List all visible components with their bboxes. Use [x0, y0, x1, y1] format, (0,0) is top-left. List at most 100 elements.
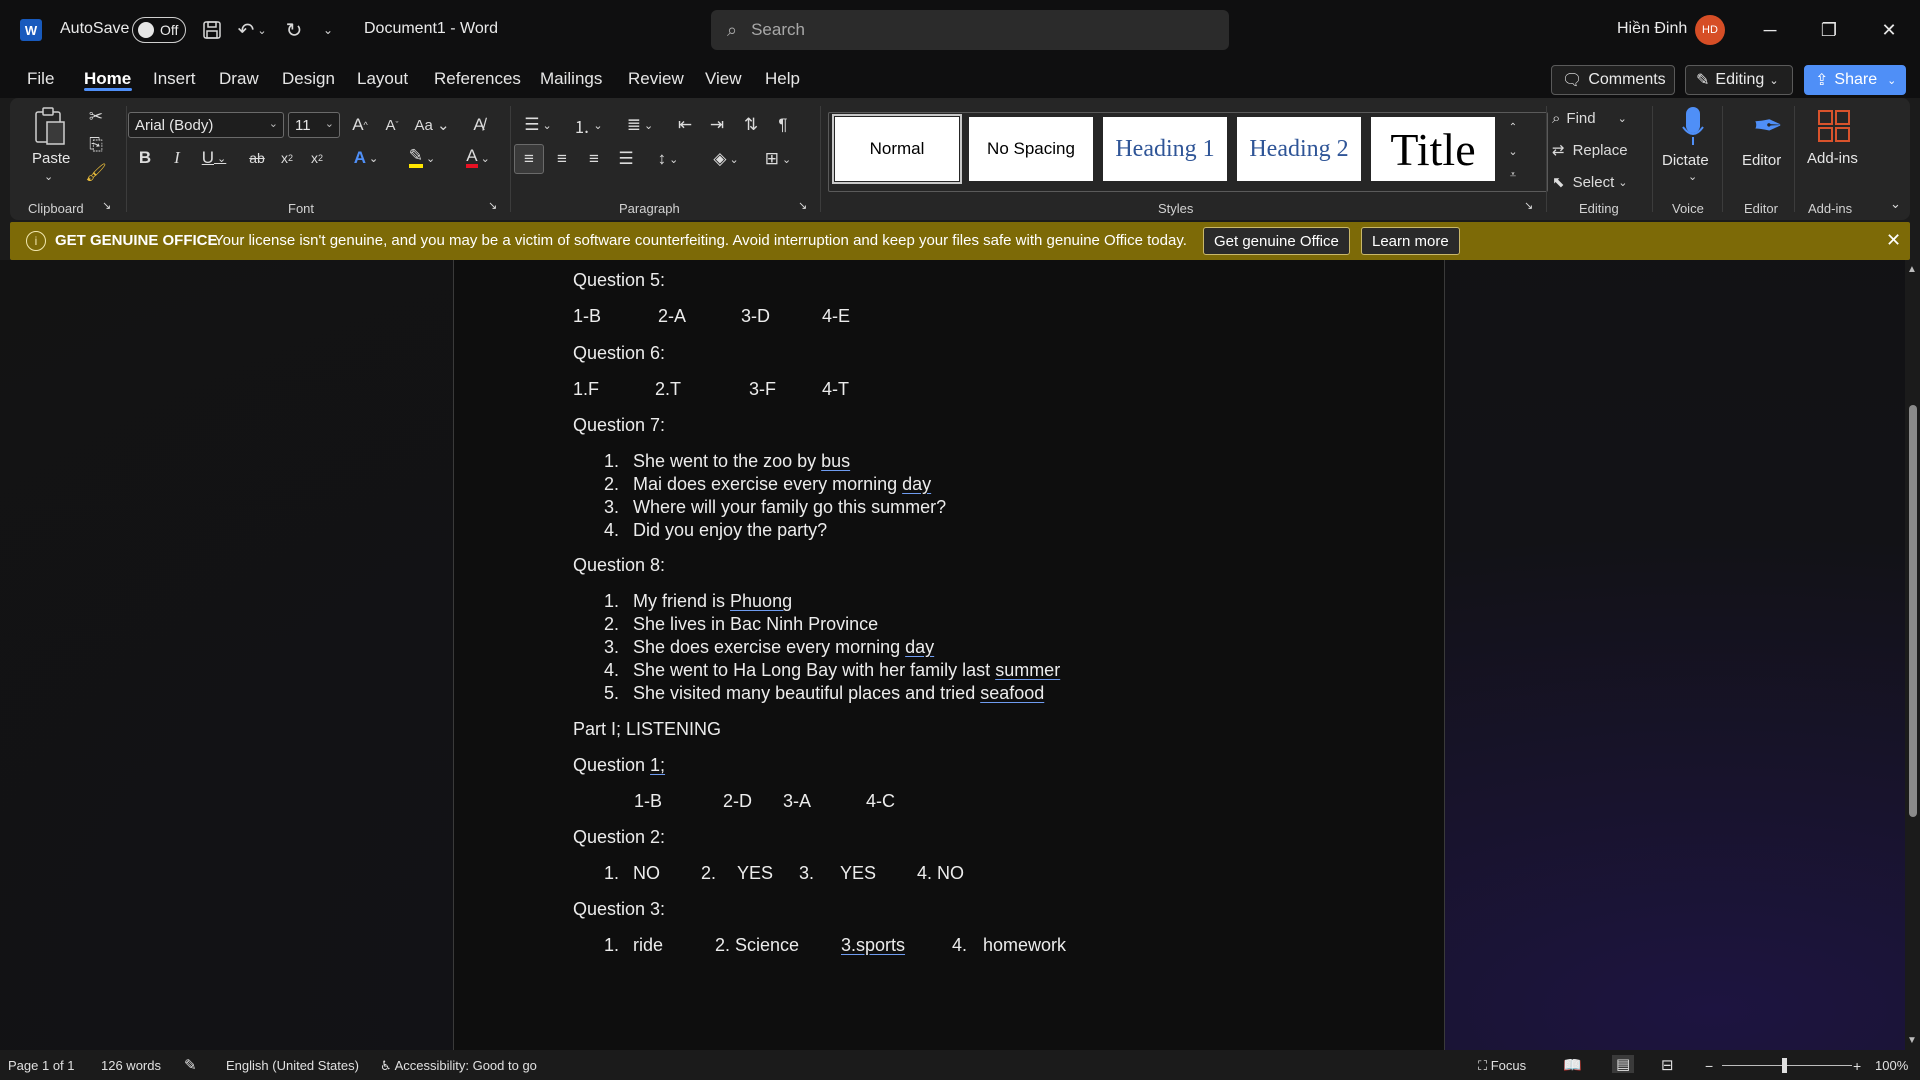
- copy-icon[interactable]: ⎘: [85, 134, 107, 156]
- font-launcher-icon[interactable]: ↘: [488, 199, 497, 212]
- user-name[interactable]: Hiền Đinh: [1617, 20, 1687, 38]
- clear-formatting-icon[interactable]: A̸: [466, 112, 492, 138]
- numbering-icon[interactable]: ⒈ ⌄: [566, 112, 610, 138]
- tab-references[interactable]: References: [434, 69, 521, 89]
- align-right-icon[interactable]: ≡: [580, 144, 608, 174]
- web-layout-icon[interactable]: ⊟: [1661, 1056, 1674, 1074]
- font-color-icon[interactable]: A ⌄: [456, 144, 500, 172]
- tab-insert[interactable]: Insert: [153, 69, 196, 89]
- cut-icon[interactable]: ✂: [85, 106, 107, 128]
- line-spacing-icon[interactable]: ↕ ⌄: [646, 144, 690, 174]
- tab-home[interactable]: Home: [84, 69, 131, 89]
- align-left-icon[interactable]: ≡: [514, 144, 544, 174]
- style-title[interactable]: Title: [1371, 117, 1495, 181]
- word-count[interactable]: 126 words: [101, 1058, 161, 1073]
- highlight-color-icon[interactable]: ✎ ⌄: [398, 144, 446, 172]
- tab-help[interactable]: Help: [765, 69, 800, 89]
- style-heading-2[interactable]: Heading 2: [1237, 117, 1361, 181]
- align-center-icon[interactable]: ≡: [548, 144, 576, 174]
- styles-more-icon[interactable]: ⩡: [1503, 163, 1523, 187]
- italic-icon[interactable]: I: [164, 144, 190, 172]
- paste-icon[interactable]: [32, 106, 68, 146]
- document-page[interactable]: Question 5: 1-B 2-A 3-D 4-E Question 6: …: [453, 260, 1445, 1050]
- autosave-toggle[interactable]: Off: [132, 17, 186, 43]
- increase-indent-icon[interactable]: ⇥: [704, 112, 730, 138]
- paragraph-launcher-icon[interactable]: ↘: [798, 199, 807, 212]
- print-layout-icon[interactable]: ▤: [1612, 1055, 1635, 1073]
- subscript-icon[interactable]: x2: [274, 144, 300, 172]
- show-formatting-marks-icon[interactable]: ¶: [770, 112, 796, 138]
- tab-draw[interactable]: Draw: [219, 69, 259, 89]
- bold-icon[interactable]: B: [132, 144, 158, 172]
- search-box[interactable]: ⌕ Search: [711, 10, 1229, 50]
- find-button[interactable]: ⌕ Find ⌄: [1552, 106, 1627, 130]
- borders-icon[interactable]: ⊞ ⌄: [756, 144, 800, 174]
- collapse-ribbon-icon[interactable]: ⌄: [1890, 196, 1901, 212]
- microphone-icon[interactable]: [1678, 104, 1708, 148]
- sort-icon[interactable]: ⇅: [738, 112, 764, 138]
- scroll-thumb[interactable]: [1909, 405, 1917, 817]
- justify-icon[interactable]: ☰: [612, 144, 640, 174]
- editing-mode-button[interactable]: ✎ Editing ⌄: [1685, 65, 1793, 95]
- tab-design[interactable]: Design: [282, 69, 335, 89]
- scroll-up-icon[interactable]: ▲: [1907, 264, 1917, 275]
- close-infobar-icon[interactable]: ✕: [1886, 230, 1901, 251]
- editor-label[interactable]: Editor: [1742, 152, 1781, 169]
- dictate-dropdown-icon[interactable]: ⌄: [1688, 170, 1697, 183]
- change-case-icon[interactable]: Aa ⌄: [412, 112, 452, 138]
- tab-mailings[interactable]: Mailings: [540, 69, 602, 89]
- multilevel-list-icon[interactable]: ≣ ⌄: [618, 112, 662, 138]
- format-painter-icon[interactable]: 🖌: [85, 162, 107, 184]
- clipboard-launcher-icon[interactable]: ↘: [102, 199, 111, 212]
- paste-label[interactable]: Paste: [32, 150, 70, 167]
- dictate-label[interactable]: Dictate: [1662, 152, 1709, 169]
- addins-label[interactable]: Add-ins: [1807, 150, 1858, 167]
- style-no-spacing[interactable]: No Spacing: [969, 117, 1093, 181]
- text-effects-icon[interactable]: A ⌄: [344, 144, 388, 172]
- learn-more-button[interactable]: Learn more: [1361, 227, 1460, 255]
- font-size-combo[interactable]: 11 ⌄: [288, 112, 340, 138]
- decrease-indent-icon[interactable]: ⇤: [672, 112, 698, 138]
- superscript-icon[interactable]: x2: [304, 144, 330, 172]
- shrink-font-icon[interactable]: Aˇ: [378, 112, 406, 138]
- vertical-scrollbar[interactable]: ▲ ▼: [1905, 260, 1920, 1050]
- styles-launcher-icon[interactable]: ↘: [1524, 199, 1533, 212]
- read-mode-icon[interactable]: 📖: [1563, 1056, 1582, 1074]
- bullets-icon[interactable]: ☰ ⌄: [516, 112, 560, 138]
- customize-toolbar-icon[interactable]: ⌄: [314, 16, 342, 44]
- editor-icon[interactable]: ✒: [1750, 104, 1786, 148]
- style-heading-1[interactable]: Heading 1: [1103, 117, 1227, 181]
- addins-icon[interactable]: [1816, 108, 1852, 144]
- undo-dropdown-icon[interactable]: ⌄: [254, 16, 270, 44]
- shading-icon[interactable]: ◈ ⌄: [704, 144, 748, 174]
- page-count[interactable]: Page 1 of 1: [8, 1058, 75, 1073]
- redo-icon[interactable]: ↻: [280, 16, 308, 44]
- paste-dropdown-icon[interactable]: ⌄: [44, 170, 53, 183]
- get-genuine-office-button[interactable]: Get genuine Office: [1203, 227, 1350, 255]
- language[interactable]: English (United States): [226, 1058, 359, 1073]
- select-button[interactable]: ⬉ Select ⌄: [1552, 170, 1628, 194]
- scroll-down-icon[interactable]: ▼: [1907, 1035, 1917, 1046]
- zoom-level[interactable]: 100%: [1875, 1058, 1908, 1073]
- tab-layout[interactable]: Layout: [357, 69, 408, 89]
- minimize-icon[interactable]: ─: [1750, 14, 1790, 46]
- proofing-icon[interactable]: ✎: [184, 1056, 197, 1074]
- grow-font-icon[interactable]: A ^: [346, 112, 374, 138]
- avatar[interactable]: HD: [1695, 15, 1725, 45]
- close-icon[interactable]: ✕: [1869, 14, 1909, 46]
- comments-button[interactable]: 🗨 Comments: [1551, 65, 1675, 95]
- styles-scroll-up-icon[interactable]: ⌃: [1503, 115, 1523, 139]
- restore-icon[interactable]: ❐: [1809, 14, 1849, 46]
- zoom-out-icon[interactable]: −: [1705, 1058, 1713, 1074]
- replace-button[interactable]: ⇄ Replace: [1552, 138, 1628, 162]
- strikethrough-icon[interactable]: ab: [244, 144, 270, 172]
- underline-icon[interactable]: U ⌄: [194, 144, 234, 172]
- styles-scroll-down-icon[interactable]: ⌄: [1503, 139, 1523, 163]
- style-normal[interactable]: Normal: [832, 114, 962, 184]
- share-button[interactable]: ⇪ Share ⌄: [1804, 65, 1906, 95]
- save-icon[interactable]: [198, 16, 226, 44]
- tab-file[interactable]: File: [27, 69, 54, 89]
- accessibility-status[interactable]: ♿ Accessibility: Good to go: [380, 1058, 537, 1074]
- zoom-in-icon[interactable]: +: [1853, 1058, 1861, 1074]
- font-name-combo[interactable]: Arial (Body) ⌄: [128, 112, 284, 138]
